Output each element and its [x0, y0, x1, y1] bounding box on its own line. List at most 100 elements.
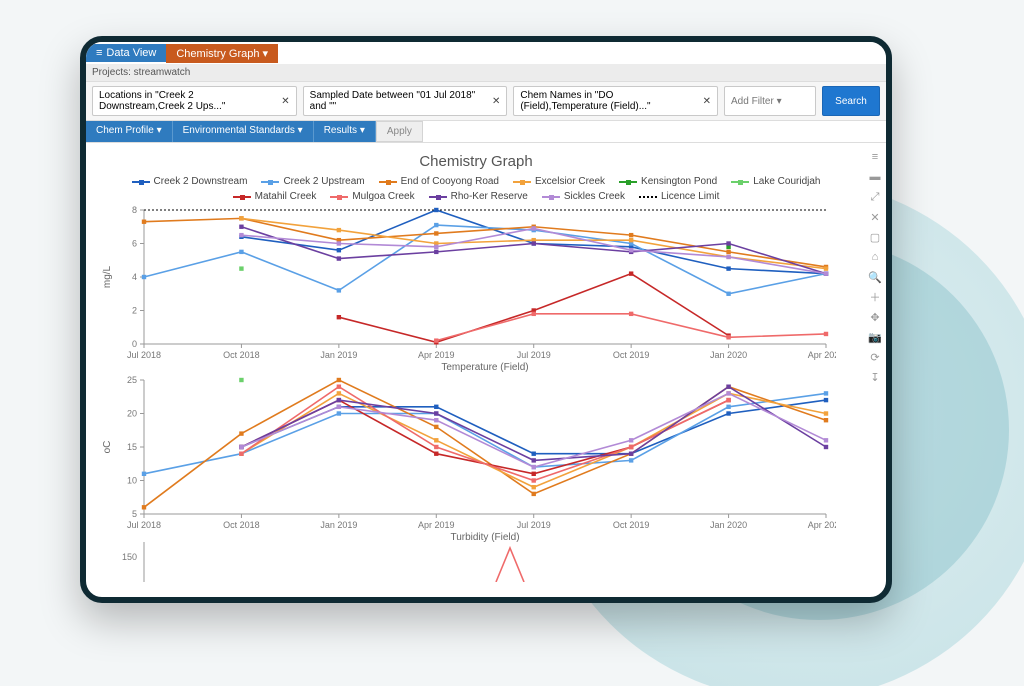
add-filter-button[interactable]: Add Filter ▾	[724, 86, 816, 116]
chart-oC: 510152025Jul 2018Oct 2018Jan 2019Apr 201…	[96, 372, 836, 542]
svg-text:Oct 2019: Oct 2019	[613, 520, 650, 530]
close-icon[interactable]: ✕	[281, 96, 289, 107]
chart-tool-icon[interactable]: ↧	[868, 370, 882, 384]
legend-swatch	[513, 181, 531, 183]
svg-text:Jul 2019: Jul 2019	[517, 520, 551, 530]
legend-item[interactable]: Excelsior Creek	[513, 176, 605, 187]
legend-swatch	[731, 181, 749, 183]
results-button[interactable]: Results ▾	[314, 121, 376, 142]
project-bar: Projects: streamwatch	[86, 64, 886, 82]
chart-tool-icon[interactable]: ✕	[868, 210, 882, 224]
app-window: ≡ Data View Chemistry Graph ▾ Projects: …	[80, 36, 892, 603]
svg-text:25: 25	[127, 375, 137, 385]
list-icon: ≡	[96, 47, 102, 59]
svg-text:Temperature (Field): Temperature (Field)	[441, 362, 528, 372]
chart-tool-sidebar: ≡ ▬ ⤢ ✕ ▢ ⌂ 🔍 ＋ ✥ 📷 ⟳ ↧	[868, 150, 882, 384]
chart-tool-icon[interactable]: 🔍	[868, 270, 882, 284]
legend-swatch	[261, 181, 279, 183]
close-icon[interactable]: ✕	[492, 96, 500, 107]
chart-turbidity-partial: 150	[96, 542, 836, 582]
legend-item[interactable]: Creek 2 Downstream	[132, 176, 248, 187]
legend-item[interactable]: Mulgoa Creek	[330, 191, 414, 202]
legend-label: Sickles Creek	[564, 191, 625, 202]
svg-text:5: 5	[132, 509, 137, 519]
chem-profile-button[interactable]: Chem Profile ▾	[86, 121, 173, 142]
svg-text:Jul 2019: Jul 2019	[517, 350, 551, 360]
legend-label: Kensington Pond	[641, 176, 717, 187]
legend-label: Lake Couridjah	[753, 176, 820, 187]
legend-item[interactable]: Kensington Pond	[619, 176, 717, 187]
tab-label: Chemistry Graph ▾	[176, 47, 268, 60]
chart-tool-icon[interactable]: ＋	[868, 290, 882, 304]
chart-area: Chemistry Graph Creek 2 DownstreamCreek …	[86, 143, 886, 588]
svg-text:Oct 2018: Oct 2018	[223, 520, 260, 530]
svg-text:8: 8	[132, 205, 137, 215]
tab-data-view[interactable]: ≡ Data View	[86, 44, 166, 62]
svg-text:Jan 2020: Jan 2020	[710, 350, 747, 360]
svg-text:2: 2	[132, 306, 137, 316]
chart-mgL: 02468Jul 2018Oct 2018Jan 2019Apr 2019Jul…	[96, 202, 836, 372]
legend-label: End of Cooyong Road	[401, 176, 499, 187]
chart-tool-icon[interactable]: 📷	[868, 330, 882, 344]
svg-text:Apr 2020: Apr 2020	[808, 520, 836, 530]
filter-chem-names[interactable]: Chem Names in "DO (Field),Temperature (F…	[513, 86, 718, 116]
legend-item[interactable]: Sickles Creek	[542, 191, 625, 202]
legend-label: Mulgoa Creek	[352, 191, 414, 202]
filter-bar: Locations in "Creek 2 Downstream,Creek 2…	[86, 82, 886, 121]
legend-label: Matahil Creek	[255, 191, 317, 202]
legend-swatch	[330, 196, 348, 198]
chart-tool-icon[interactable]: ⌂	[868, 250, 882, 264]
filter-locations[interactable]: Locations in "Creek 2 Downstream,Creek 2…	[92, 86, 297, 116]
svg-text:oC: oC	[102, 441, 113, 454]
svg-text:mg/L: mg/L	[102, 265, 113, 288]
close-icon[interactable]: ✕	[703, 96, 711, 107]
chart-tool-icon[interactable]: ≡	[868, 150, 882, 164]
chart-legend: Creek 2 Downstream Creek 2 Upstream End of…	[96, 176, 856, 202]
apply-button[interactable]: Apply	[376, 121, 423, 142]
legend-swatch	[542, 196, 560, 198]
svg-text:150: 150	[122, 552, 137, 562]
env-standards-button[interactable]: Environmental Standards ▾	[173, 121, 314, 142]
svg-text:Apr 2020: Apr 2020	[808, 350, 836, 360]
legend-item[interactable]: End of Cooyong Road	[379, 176, 499, 187]
legend-swatch	[619, 181, 637, 183]
tab-label: Data View	[106, 47, 156, 59]
secondary-toolbar: Chem Profile ▾ Environmental Standards ▾…	[86, 121, 886, 143]
svg-text:Oct 2019: Oct 2019	[613, 350, 650, 360]
legend-label: Creek 2 Upstream	[283, 176, 364, 187]
svg-text:6: 6	[132, 239, 137, 249]
svg-text:4: 4	[132, 272, 137, 282]
chart-tool-icon[interactable]: ▢	[868, 230, 882, 244]
svg-text:Apr 2019: Apr 2019	[418, 350, 455, 360]
legend-label: Creek 2 Downstream	[154, 176, 248, 187]
chart-title: Chemistry Graph	[96, 153, 856, 170]
svg-text:0: 0	[132, 339, 137, 349]
svg-text:15: 15	[127, 442, 137, 452]
svg-text:Jul 2018: Jul 2018	[127, 520, 161, 530]
legend-item[interactable]: Matahil Creek	[233, 191, 317, 202]
svg-text:10: 10	[127, 476, 137, 486]
chart-tool-icon[interactable]: ⤢	[868, 190, 882, 204]
svg-text:Jan 2019: Jan 2019	[320, 520, 357, 530]
chart-tool-icon[interactable]: ⟳	[868, 350, 882, 364]
svg-text:20: 20	[127, 409, 137, 419]
legend-swatch	[639, 196, 657, 198]
search-button[interactable]: Search	[822, 86, 880, 116]
legend-swatch	[132, 181, 150, 183]
legend-swatch	[233, 196, 251, 198]
legend-label: Excelsior Creek	[535, 176, 605, 187]
svg-text:Turbidity (Field): Turbidity (Field)	[450, 532, 519, 542]
legend-label: Rho-Ker Reserve	[451, 191, 528, 202]
legend-item[interactable]: Creek 2 Upstream	[261, 176, 364, 187]
legend-item[interactable]: Rho-Ker Reserve	[429, 191, 528, 202]
legend-item[interactable]: Licence Limit	[639, 191, 719, 202]
legend-item[interactable]: Lake Couridjah	[731, 176, 820, 187]
legend-swatch	[429, 196, 447, 198]
tab-chemistry-graph[interactable]: Chemistry Graph ▾	[166, 44, 278, 63]
view-tabs: ≡ Data View Chemistry Graph ▾	[86, 42, 886, 64]
filter-sampled-date[interactable]: Sampled Date between "01 Jul 2018" and "…	[303, 86, 508, 116]
chart-tool-icon[interactable]: ▬	[868, 170, 882, 184]
svg-text:Jan 2020: Jan 2020	[710, 520, 747, 530]
chart-tool-icon[interactable]: ✥	[868, 310, 882, 324]
svg-text:Jul 2018: Jul 2018	[127, 350, 161, 360]
